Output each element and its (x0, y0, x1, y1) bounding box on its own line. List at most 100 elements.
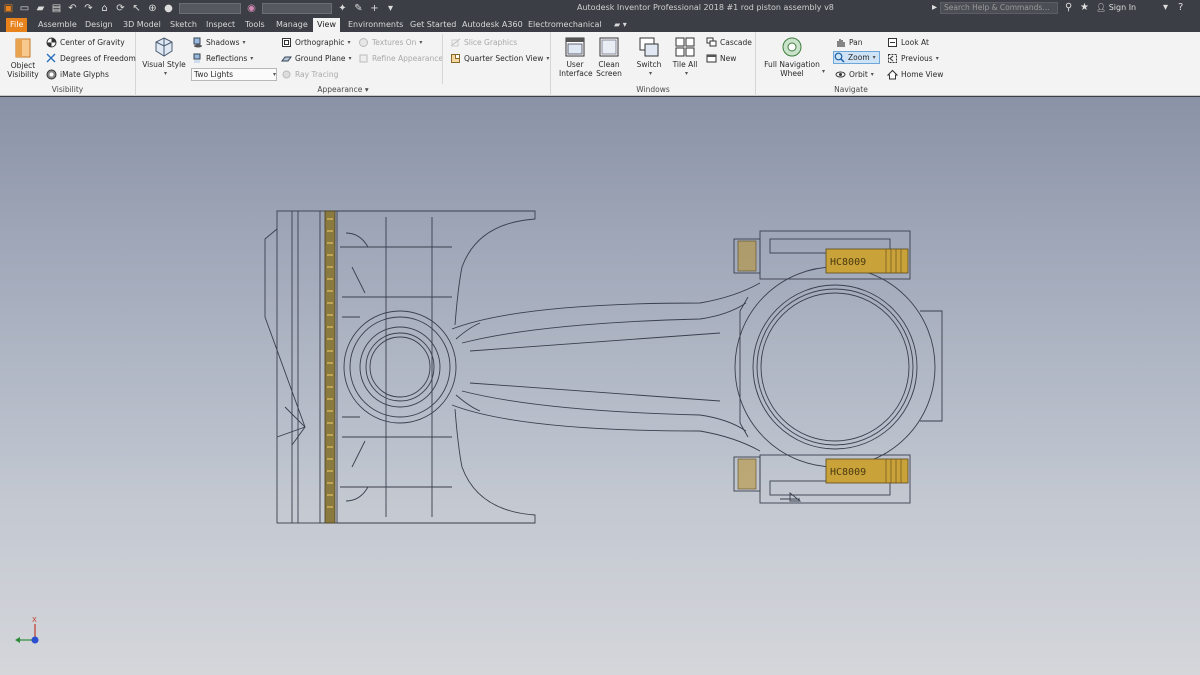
tab-file[interactable]: File (6, 18, 28, 32)
orbit-label: Orbit (849, 70, 868, 79)
measure-icon[interactable]: ⊕ (147, 3, 158, 14)
zoom-button[interactable]: Zoom ▾ (833, 51, 880, 64)
cascade-button[interactable]: Cascade (706, 36, 752, 49)
search-icon[interactable]: ⚲ (1065, 2, 1072, 14)
degrees-of-freedom-label: Degrees of Freedom (60, 54, 136, 63)
quarter-section-view-button[interactable]: Quarter Section View ▾ (450, 52, 549, 65)
appearance-icon[interactable]: ◉ (246, 3, 257, 14)
user-interface-button[interactable]: User Interface (559, 36, 593, 78)
new-window-button[interactable]: New (706, 52, 736, 65)
ground-plane-button[interactable]: Ground Plane ▾ (281, 52, 352, 65)
wrist-pin (343, 310, 457, 424)
material-icon[interactable]: ● (163, 3, 174, 14)
navigate-panel: Full Navigation Wheel ▾ Pan Zoom ▾ Orbit ▾… (756, 32, 946, 96)
tab-options-icon[interactable]: ▰ ▾ (610, 18, 631, 32)
ray-tracing-icon (282, 70, 291, 79)
exchange-icon[interactable]: ▾ (1163, 2, 1168, 14)
windows-panel: User Interface Clean Screen Switch ▾ Til… (551, 32, 756, 96)
visibility-panel-label: Visibility (51, 85, 84, 94)
adjust-icon[interactable]: ✎ (353, 3, 364, 14)
favorites-icon[interactable]: ★ (1080, 2, 1089, 14)
quarter-section-dropdown-icon: ▾ (546, 55, 550, 62)
refine-appearance-button[interactable]: Refine Appearance (358, 52, 443, 65)
previous-view-button[interactable]: Previous ▾ (887, 52, 939, 65)
visual-style-button[interactable]: Visual Style ▾ (142, 36, 186, 78)
tile-all-label: Tile All (672, 60, 698, 69)
undo-icon[interactable]: ↶ (67, 3, 78, 14)
tab-tools[interactable]: Tools (241, 18, 269, 32)
clean-screen-button[interactable]: Clean Screen (593, 36, 625, 78)
home-icon[interactable]: ⌂ (99, 3, 110, 14)
tab-view[interactable]: View (313, 18, 340, 32)
material-combo[interactable] (179, 2, 241, 14)
lighting-style-select[interactable]: Two Lights ▾ (191, 68, 277, 81)
look-at-button[interactable]: Look At (887, 36, 929, 49)
user-interface-icon (565, 37, 585, 57)
tab-assemble[interactable]: Assemble (34, 18, 81, 32)
tab-electromechanical[interactable]: Electromechanical (524, 18, 606, 32)
reflections-label: Reflections (206, 54, 248, 63)
clear-appearance-icon[interactable]: ✦ (337, 3, 348, 14)
center-of-gravity-button[interactable]: Center of Gravity (46, 36, 125, 49)
orthographic-button[interactable]: Orthographic ▾ (281, 36, 350, 49)
slice-graphics-button[interactable]: Slice Graphics (450, 36, 517, 49)
parameters-icon[interactable]: + (369, 3, 380, 14)
tab-design[interactable]: Design (81, 18, 117, 32)
tab-manage[interactable]: Manage (272, 18, 312, 32)
help-icon[interactable]: ? (1178, 2, 1183, 14)
zoom-icon (834, 52, 845, 63)
new-icon[interactable]: ▭ (19, 3, 30, 14)
redo-icon[interactable]: ↷ (83, 3, 94, 14)
pan-button[interactable]: Pan (835, 36, 863, 49)
tab-3d-model[interactable]: 3D Model (119, 18, 165, 32)
open-icon[interactable]: ▰ (35, 3, 46, 14)
tab-get-started[interactable]: Get Started (406, 18, 460, 32)
ray-tracing-button[interactable]: Ray Tracing (281, 68, 338, 81)
switch-window-button[interactable]: Switch ▾ (633, 36, 665, 78)
sign-in-button[interactable]: 👤︎ Sign In (1096, 3, 1136, 12)
tab-autodesk-a360[interactable]: Autodesk A360 (458, 18, 527, 32)
orbit-button[interactable]: Orbit ▾ (835, 68, 874, 81)
reflections-button[interactable]: Reflections ▾ (192, 52, 253, 65)
tab-sketch[interactable]: Sketch (166, 18, 201, 32)
tab-inspect[interactable]: Inspect (202, 18, 239, 32)
tile-all-dropdown-icon: ▾ (684, 70, 688, 77)
select-icon[interactable]: ↖ (131, 3, 142, 14)
window-title: Autodesk Inventor Professional 2018 #1 r… (577, 3, 834, 12)
navigate-panel-label: Navigate (834, 85, 868, 94)
visibility-panel: Object Visibility Center of Gravity Degr… (0, 32, 136, 96)
customize-icon[interactable]: ▾ (385, 3, 396, 14)
navigation-wheel-dropdown-icon[interactable]: ▾ (822, 68, 825, 75)
imate-glyphs-button[interactable]: iMate Glyphs (46, 68, 109, 81)
appearance-panel-label[interactable]: Appearance ▾ (136, 85, 550, 94)
tile-all-icon (675, 37, 695, 57)
textures-on-button[interactable]: Textures On ▾ (358, 36, 422, 49)
visual-style-icon (155, 37, 173, 57)
degrees-of-freedom-button[interactable]: Degrees of Freedom (46, 52, 136, 65)
pan-icon (837, 39, 845, 47)
triad-axis-label: X (32, 616, 37, 624)
tile-all-button[interactable]: Tile All ▾ (669, 36, 701, 78)
app-menu-icon[interactable]: ▣ (3, 3, 14, 14)
center-of-gravity-icon (46, 37, 57, 48)
shadows-icon (193, 37, 202, 48)
textures-dropdown-icon: ▾ (419, 39, 423, 46)
update-icon[interactable]: ⟳ (115, 3, 126, 14)
rod-piston-assembly-model[interactable]: HC8009 HC8009 X (0, 97, 1200, 675)
cascade-label: Cascade (720, 38, 752, 47)
ground-plane-icon (281, 56, 292, 62)
graphics-viewport[interactable]: HC8009 HC8009 X (0, 97, 1200, 675)
save-icon[interactable]: ▤ (51, 3, 62, 14)
look-at-label: Look At (901, 38, 929, 47)
shadows-label: Shadows (206, 38, 240, 47)
home-view-button[interactable]: Home View (887, 68, 943, 81)
appearance-combo[interactable] (262, 2, 332, 14)
ray-tracing-label: Ray Tracing (295, 70, 339, 79)
slice-graphics-label: Slice Graphics (464, 38, 518, 47)
ribbon: Object Visibility Center of Gravity Degr… (0, 32, 1200, 96)
object-visibility-button[interactable]: Object Visibility (6, 37, 40, 79)
tab-environments[interactable]: Environments (344, 18, 407, 32)
search-input[interactable]: Search Help & Commands... (940, 2, 1058, 14)
shadows-button[interactable]: Shadows ▾ (192, 36, 246, 49)
full-navigation-wheel-button[interactable]: Full Navigation Wheel (760, 36, 824, 78)
